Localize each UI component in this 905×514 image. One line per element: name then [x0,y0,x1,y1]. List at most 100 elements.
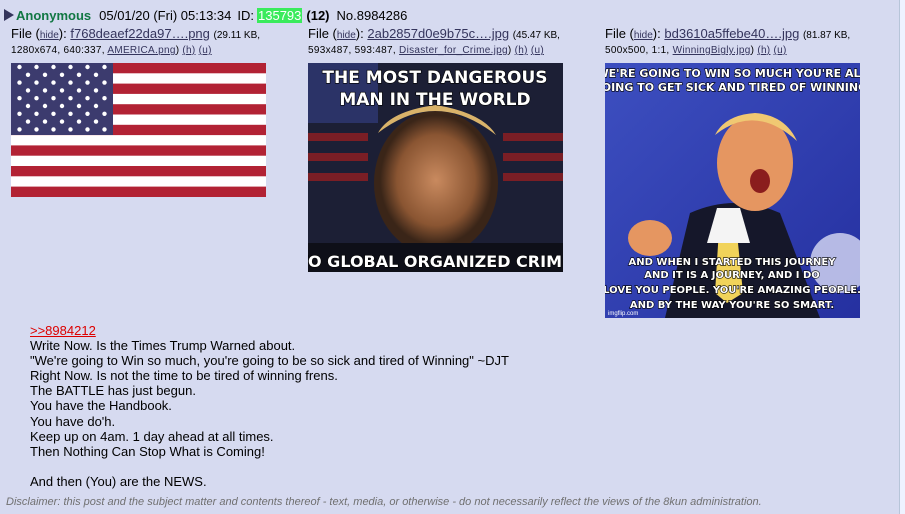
flag-star-icon [76,103,82,109]
flag-star-icon [68,80,73,85]
body-line: And then (You) are the NEWS. [30,473,207,489]
body-line: Then Nothing Can Stop What is Coming! [30,443,265,459]
flag-star-icon [76,88,82,93]
flag-star-icon [85,96,90,101]
post-date: 05/01/20 (Fri) 05:13:34 [99,7,232,23]
original-filename-link[interactable]: WinningBigly.jpg [673,45,751,56]
flag-star-icon [42,88,48,93]
hide-file-link[interactable]: hide [337,30,356,41]
flag-star-icon [68,96,73,101]
hash-search-link[interactable]: (h) [515,45,528,56]
post-container: Anonymous 05/01/20 (Fri) 05:13:34 ID: 13… [0,0,900,514]
dangerous-man-meme-thumbnail[interactable]: THE MOST DANGEROUS MAN IN THE WORLD TO G… [308,63,563,272]
file-meta: (81.87 KB, [802,30,851,41]
file-label-close: ): [355,26,364,41]
file-dimensions: 593x487, 593:487, [308,45,396,56]
flag-star-icon [34,111,39,116]
hide-file-link[interactable]: hide [634,30,653,41]
post-body: >>8984212 Write Now. Is the Times Trump … [30,323,509,489]
meme-caption-top-2: MAN IN THE WORLD [339,90,530,110]
flag-star-icon [102,127,107,132]
flag-star-icon [59,88,65,93]
file-info-2: File (hide): 2ab2857d0e9b75c….jpg (45.47… [308,26,560,56]
flag-star-icon [59,119,65,124]
winning-meme-thumbnail[interactable]: WE'RE GOING TO WIN SO MUCH YOU'RE ALL GO… [605,63,860,318]
american-flag-thumbnail[interactable] [11,63,266,197]
file-label-close: ): [652,26,661,41]
flag-star-icon [102,111,107,116]
body-line: "We're going to Win so much, you're goin… [30,353,509,369]
flag-star-icon [85,111,90,116]
disclaimer-text: Disclaimer: this post and the subject ma… [6,496,762,508]
flag-star-icon [17,64,22,70]
flag-star-icon [76,119,82,124]
poster-id-badge[interactable]: 135793 [257,7,303,23]
flag-star-icon [34,127,39,132]
meme-caption-bottom: TO GLOBAL ORGANIZED CRIME [308,252,563,271]
file-meta: (45.47 KB, [512,30,560,41]
flag-star-icon [102,96,107,101]
body-line: The BATTLE has just begun. [30,383,196,399]
flag-star-icon [85,64,90,70]
file-label: File ( [605,26,634,41]
flag-star-icon [59,103,65,109]
flag-star-icon [59,72,65,77]
flag-star-icon [51,80,56,85]
body-line-blank [30,459,509,474]
flag-star-icon [102,80,107,85]
body-line: Write Now. Is the Times Trump Warned abo… [30,338,296,354]
poster-name: Anonymous [16,7,92,23]
meme-caption-bottom-3: LOVE YOU PEOPLE. YOU'RE AMAZING PEOPLE. [605,285,860,296]
meme-caption-top-1: WE'RE GOING TO WIN SO MUCH YOU'RE ALL [605,67,860,80]
flag-star-icon [34,80,39,85]
reply-quote-link[interactable]: >>8984212 [30,323,96,338]
flag-star-icon [17,127,22,132]
flag-star-icon [25,119,31,124]
body-line: Right Now. Is not the time to be tired o… [30,368,338,384]
file-name-link[interactable]: 2ab2857d0e9b75c….jpg [367,26,509,41]
meme-caption-bottom-4: AND BY THE WAY YOU'RE SO SMART. [630,300,834,311]
unhide-link[interactable]: (u) [774,45,787,56]
flag-star-icon [102,64,107,70]
poster-id-label: ID: [237,7,254,23]
flag-star-icon [76,72,82,77]
meme-caption-top-2: GOING TO GET SICK AND TIRED OF WINNING. [605,81,860,94]
flag-star-icon [93,88,99,93]
meme-caption-bottom-2: AND IT IS A JOURNEY, AND I DO [644,270,820,281]
unhide-link[interactable]: (u) [199,45,212,56]
flag-star-icon [17,96,22,101]
file-label-close: ): [58,26,67,41]
hide-file-link[interactable]: hide [40,30,59,41]
flag-star-icon [85,127,90,132]
post-menu-arrow-icon[interactable] [4,9,14,21]
file-info-1: File (hide): f768deaef22da97….png (29.11… [11,26,261,56]
body-line: You have the Handbook. [30,398,172,414]
flag-star-icon [17,80,22,85]
flag-star-icon [34,96,39,101]
imgflip-watermark: imgflip.com [608,311,638,317]
post-header: Anonymous 05/01/20 (Fri) 05:13:34 ID: 13… [4,7,407,23]
hash-search-link[interactable]: (h) [182,45,195,56]
flag-star-icon [51,96,56,101]
original-filename-link[interactable]: AMERICA.png [107,45,175,56]
flag-star-icon [42,103,48,109]
flag-star-icon [93,119,99,124]
body-line: You have do'h. [30,413,116,429]
unhide-link[interactable]: (u) [531,45,544,56]
original-filename-link[interactable]: Disaster_for_Crime.jpg [399,45,508,56]
file-name-link[interactable]: bd3610a5ffebe40….jpg [664,26,799,41]
flag-star-icon [34,64,39,70]
file-dimensions: 500x500, 1:1, [605,45,670,56]
flag-star-icon [68,127,73,132]
post-number-link[interactable]: No.8984286 [337,8,408,23]
file-dimensions: 1280x674, 640:337, [11,45,105,56]
flag-star-icon [51,64,56,70]
hash-search-link[interactable]: (h) [757,45,770,56]
file-name-link[interactable]: f768deaef22da97….png [70,26,210,41]
reply-count: (12) [306,7,330,23]
flag-star-icon [51,127,56,132]
flag-star-icon [25,88,31,93]
file-meta: (29.11 KB, [213,30,261,41]
meme-caption-bottom-1: AND WHEN I STARTED THIS JOURNEY [629,257,837,268]
flag-star-icon [51,111,56,116]
